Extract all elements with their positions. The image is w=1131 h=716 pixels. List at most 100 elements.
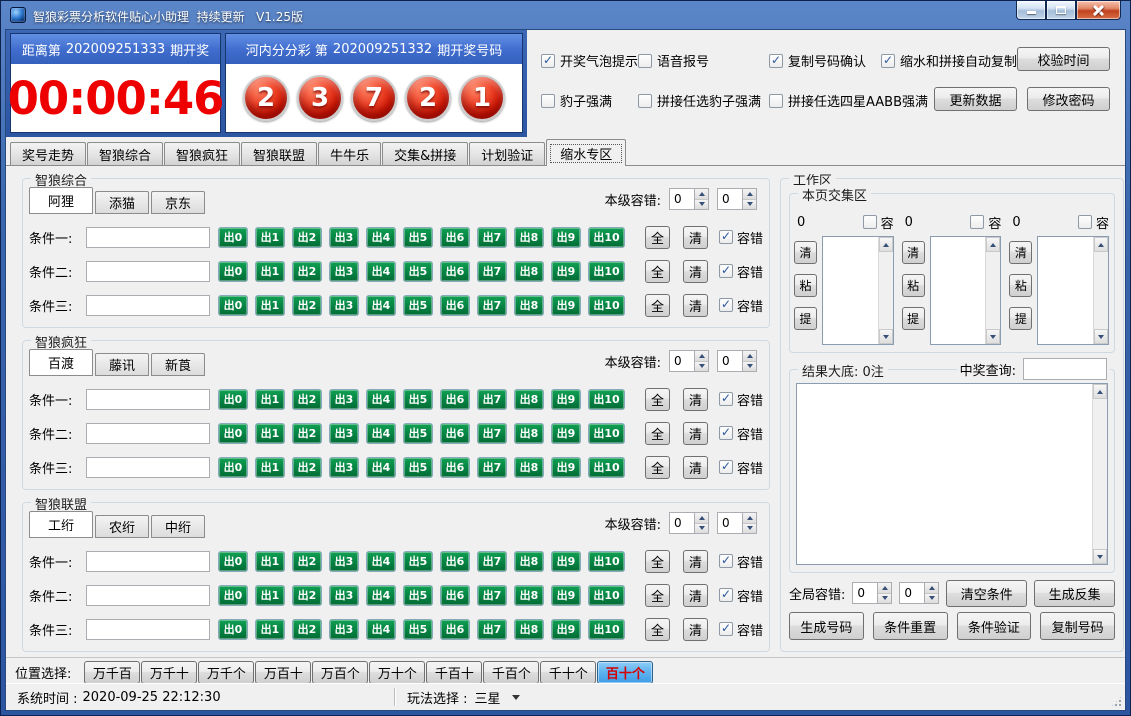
out-button[interactable]: 出0	[218, 619, 248, 640]
spinner-value[interactable]: 0	[718, 513, 742, 533]
spinner-down-button[interactable]	[743, 524, 756, 534]
tolerance-checkbox[interactable]: 容	[1078, 213, 1109, 232]
out-button[interactable]: 出3	[329, 457, 359, 478]
spinner-value[interactable]: 0	[670, 351, 694, 371]
out-button[interactable]: 出10	[588, 261, 625, 282]
out-button[interactable]: 出0	[218, 295, 248, 316]
out-button[interactable]: 出4	[366, 457, 396, 478]
copy-numbers-button[interactable]: 复制号码	[1040, 612, 1115, 640]
clear-button[interactable]: 清	[683, 422, 708, 445]
main-tab[interactable]: 奖号走势	[10, 142, 86, 165]
clear-button[interactable]: 清	[683, 550, 708, 573]
out-button[interactable]: 出5	[403, 585, 433, 606]
out-button[interactable]: 出6	[440, 551, 470, 572]
out-button[interactable]: 出4	[366, 423, 396, 444]
verify-time-button[interactable]: 校验时间	[1017, 47, 1110, 71]
out-button[interactable]: 出8	[514, 585, 544, 606]
out-button[interactable]: 出0	[218, 423, 248, 444]
position-button[interactable]: 百十个	[597, 661, 653, 684]
scroll-down-button[interactable]	[879, 329, 893, 344]
spinner-up-button[interactable]	[743, 351, 756, 362]
scroll-down-button[interactable]	[1093, 549, 1107, 564]
condition-input[interactable]	[86, 423, 210, 444]
out-button[interactable]: 出10	[588, 619, 625, 640]
clear-button[interactable]: 清	[683, 618, 708, 641]
column-button[interactable]: 清	[1009, 241, 1032, 264]
out-button[interactable]: 出2	[292, 585, 322, 606]
column-button[interactable]: 粘	[794, 274, 817, 297]
out-button[interactable]: 出5	[403, 423, 433, 444]
out-button[interactable]: 出4	[366, 389, 396, 410]
select-all-button[interactable]: 全	[645, 294, 670, 317]
spinner-down-button[interactable]	[743, 200, 756, 210]
out-button[interactable]: 出7	[477, 619, 507, 640]
number-list[interactable]	[930, 236, 1002, 345]
spinner-down-button[interactable]	[743, 362, 756, 372]
out-button[interactable]: 出10	[588, 585, 625, 606]
out-button[interactable]: 出9	[551, 261, 581, 282]
out-button[interactable]: 出8	[514, 295, 544, 316]
subtab[interactable]: 百渡	[29, 349, 93, 376]
column-button[interactable]: 提	[1009, 307, 1032, 330]
spinner-down-button[interactable]	[695, 200, 708, 210]
out-button[interactable]: 出8	[514, 619, 544, 640]
out-button[interactable]: 出8	[514, 389, 544, 410]
out-button[interactable]: 出4	[366, 295, 396, 316]
out-button[interactable]: 出10	[588, 457, 625, 478]
out-button[interactable]: 出9	[551, 389, 581, 410]
out-button[interactable]: 出2	[292, 423, 322, 444]
out-button[interactable]: 出3	[329, 227, 359, 248]
out-button[interactable]: 出0	[218, 389, 248, 410]
spinner-value[interactable]: 0	[718, 189, 742, 209]
select-all-button[interactable]: 全	[645, 456, 670, 479]
tolerance-checkbox[interactable]: 容错	[719, 296, 763, 315]
out-button[interactable]: 出6	[440, 423, 470, 444]
subtab[interactable]: 新莨	[151, 353, 205, 376]
vertical-scrollbar[interactable]	[878, 237, 893, 344]
out-button[interactable]: 出9	[551, 619, 581, 640]
tolerance-checkbox[interactable]: 容错	[719, 620, 763, 639]
out-button[interactable]: 出3	[329, 551, 359, 572]
subtab[interactable]: 藤讯	[95, 353, 149, 376]
out-button[interactable]: 出10	[588, 551, 625, 572]
update-data-button[interactable]: 更新数据	[934, 87, 1017, 111]
main-tab[interactable]: 计划验证	[469, 142, 545, 165]
column-button[interactable]: 提	[902, 307, 925, 330]
select-all-button[interactable]: 全	[645, 422, 670, 445]
option-checkbox[interactable]: 开奖气泡提示	[541, 51, 638, 70]
out-button[interactable]: 出6	[440, 389, 470, 410]
clear-button[interactable]: 清	[683, 260, 708, 283]
position-button[interactable]: 万千百	[84, 661, 140, 684]
subtab[interactable]: 阿狸	[29, 187, 93, 214]
out-button[interactable]: 出3	[329, 295, 359, 316]
spinner-value[interactable]: 0	[718, 351, 742, 371]
result-list[interactable]	[796, 383, 1108, 565]
out-button[interactable]: 出10	[588, 423, 625, 444]
out-button[interactable]: 出7	[477, 423, 507, 444]
out-button[interactable]: 出2	[292, 261, 322, 282]
out-button[interactable]: 出1	[255, 457, 285, 478]
spinner-up-button[interactable]	[743, 513, 756, 524]
position-button[interactable]: 千百十	[426, 661, 482, 684]
clear-button[interactable]: 清	[683, 456, 708, 479]
tolerance-checkbox[interactable]: 容错	[719, 458, 763, 477]
spinner-down-button[interactable]	[695, 524, 708, 534]
select-all-button[interactable]: 全	[645, 226, 670, 249]
scroll-up-button[interactable]	[1093, 384, 1107, 399]
subtab[interactable]: 添猫	[95, 191, 149, 214]
out-button[interactable]: 出0	[218, 585, 248, 606]
verify-conditions-button[interactable]: 条件验证	[957, 612, 1032, 640]
column-button[interactable]: 提	[794, 307, 817, 330]
out-button[interactable]: 出5	[403, 295, 433, 316]
main-tab[interactable]: 智狼综合	[87, 142, 163, 165]
clear-button[interactable]: 清	[683, 584, 708, 607]
main-tab[interactable]: 交集&拼接	[382, 142, 468, 165]
select-all-button[interactable]: 全	[645, 618, 670, 641]
column-button[interactable]: 粘	[902, 274, 925, 297]
out-button[interactable]: 出10	[588, 389, 625, 410]
out-button[interactable]: 出7	[477, 585, 507, 606]
option-checkbox[interactable]: 缩水和拼接自动复制	[881, 51, 1017, 70]
out-button[interactable]: 出2	[292, 389, 322, 410]
scroll-down-button[interactable]	[1094, 329, 1108, 344]
subtab[interactable]: 中绗	[151, 515, 205, 538]
